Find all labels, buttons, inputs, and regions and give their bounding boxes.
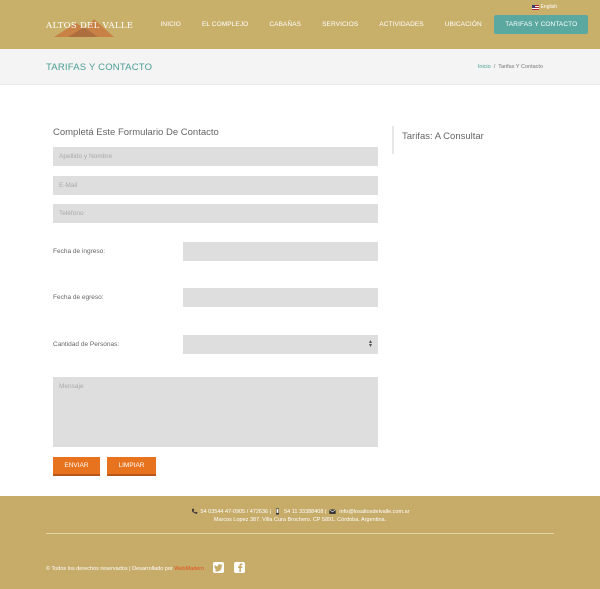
logo-text: ALTOS DEL VALLE (46, 21, 134, 31)
name-placeholder: Apellido y Nombre (59, 153, 113, 160)
send-button[interactable]: ENVIAR (53, 457, 100, 476)
flag-us-icon (531, 4, 539, 10)
nav-servicios[interactable]: SERVICIOS (312, 16, 369, 33)
people-label: Cantidad de Personas: (53, 341, 120, 348)
checkin-date-input[interactable] (183, 242, 378, 261)
people-select[interactable]: ▴ ▾ (183, 335, 378, 354)
email-input[interactable]: E-Mail (53, 176, 378, 195)
nav-inicio[interactable]: INICIO (150, 16, 191, 33)
checkout-date-input[interactable] (183, 288, 378, 307)
nav-cabanas[interactable]: CABAÑAS (259, 16, 312, 33)
phone-input[interactable]: Teléfono (53, 204, 378, 223)
nav-actividades[interactable]: ACTIVIDADES (369, 16, 434, 33)
copyright-text: © Todos los derechos reservados | Desarr… (46, 566, 204, 572)
site-logo[interactable]: ALTOS DEL VALLE (46, 13, 133, 37)
copyright-label: © Todos los derechos reservados | Desarr… (46, 566, 173, 572)
footer-phone: 54 03544 47-0905 / 472636 | (200, 508, 272, 515)
footer-mobile: 54 11 33388408 | (284, 508, 327, 515)
nav-ubicacion[interactable]: UBICACIÓN (434, 16, 492, 33)
select-arrows-icon: ▴ ▾ (368, 339, 372, 349)
message-placeholder: Mensaje (59, 383, 84, 390)
breadcrumb-home-link[interactable]: Inicio (478, 64, 491, 70)
main-nav: INICIO EL COMPLEJO CABAÑAS SERVICIOS ACT… (150, 15, 589, 34)
email-icon (329, 508, 337, 515)
breadcrumb-current: Tarifas Y Contacto (498, 64, 543, 70)
nav-el-complejo[interactable]: EL COMPLEJO (191, 16, 258, 33)
language-label: English (540, 4, 557, 10)
footer-email-link[interactable]: info@losaltosdelvalle.com.ar (339, 509, 409, 515)
checkout-label: Fecha de egreso: (53, 294, 104, 301)
clear-button[interactable]: LIMPIAR (107, 457, 156, 476)
checkin-label: Fecha de ingreso: (53, 248, 106, 255)
phone-icon (191, 508, 198, 515)
mobile-icon (274, 508, 281, 515)
site-footer: 54 03544 47-0905 / 472636 | 54 11 333884… (0, 496, 600, 589)
footer-divider (46, 533, 554, 534)
message-textarea[interactable]: Mensaje (53, 377, 378, 447)
sidebar-divider (392, 126, 394, 154)
developer-link[interactable]: WebMadero (174, 566, 204, 572)
name-input[interactable]: Apellido y Nombre (53, 147, 378, 166)
page-title: TARIFAS Y CONTACTO (46, 62, 153, 73)
breadcrumb: Inicio / Tarifas Y Contacto (478, 64, 543, 70)
phone-placeholder: Teléfono (59, 210, 84, 217)
language-switch[interactable]: English (531, 4, 557, 10)
nav-tarifas-y-contacto[interactable]: TARIFAS Y CONTACTO (494, 15, 589, 34)
page-title-bar: TARIFAS Y CONTACTO Inicio / Tarifas Y Co… (0, 49, 600, 85)
site-header: English ALTOS DEL VALLE INICIO EL COMPLE… (0, 0, 600, 49)
footer-address: Marcos Lopez 387. Villa Cura Brochero. C… (213, 517, 387, 523)
sidebar-title: Tarifas: A Consultar (402, 131, 484, 142)
facebook-icon[interactable] (234, 562, 245, 573)
contact-line: 54 03544 47-0905 / 472636 | 54 11 333884… (0, 508, 600, 515)
email-placeholder: E-Mail (59, 182, 78, 189)
form-title: Completá Este Formulario De Contacto (53, 127, 219, 138)
twitter-icon[interactable] (213, 562, 224, 573)
breadcrumb-separator: / (493, 64, 496, 70)
